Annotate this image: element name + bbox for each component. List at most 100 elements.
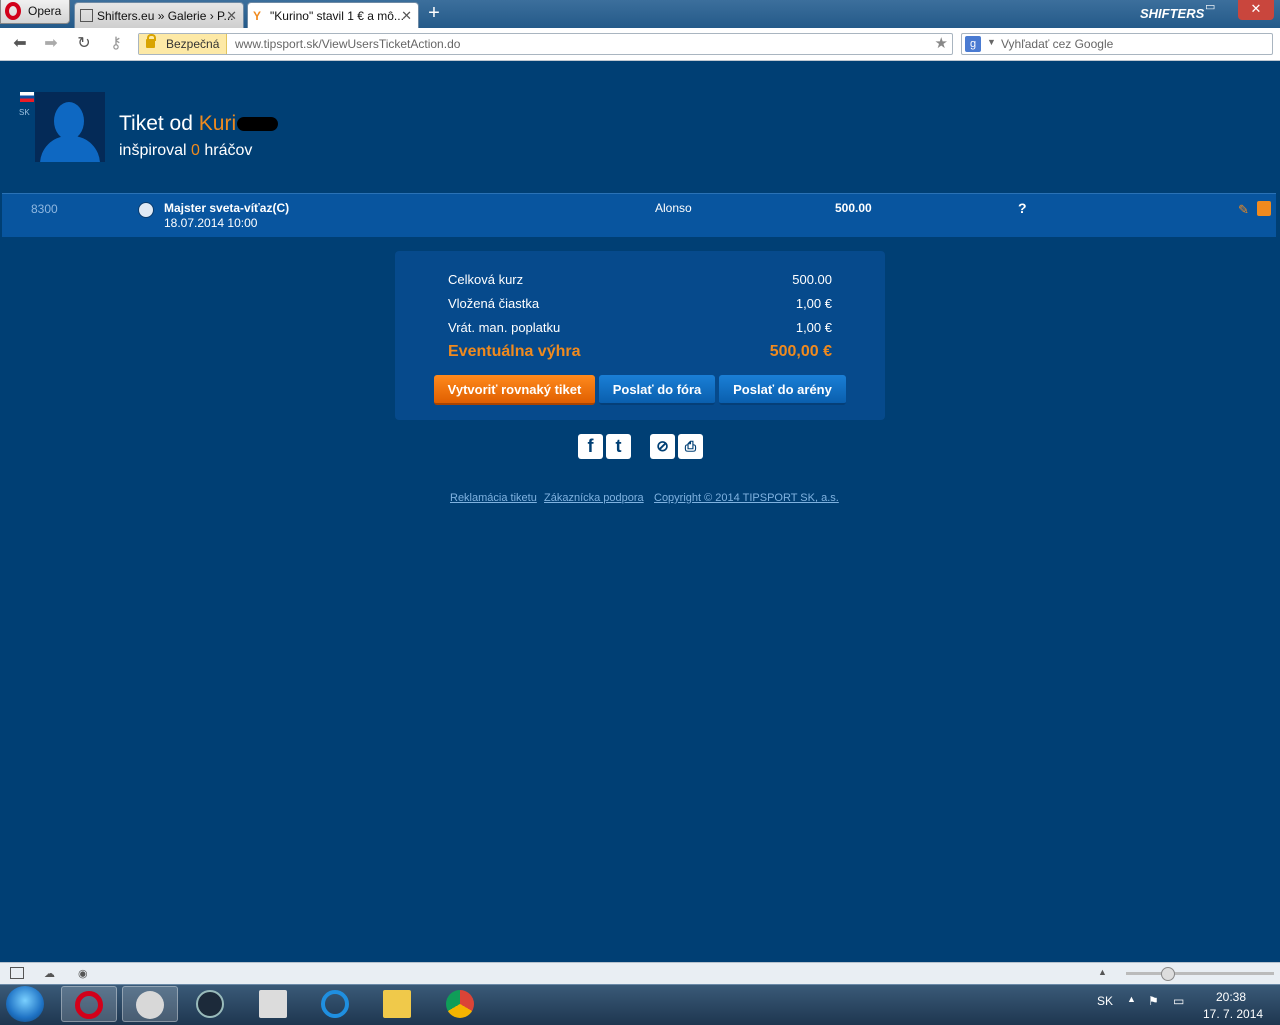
inspired-count: 0	[191, 142, 200, 159]
send-to-forum-button[interactable]: Poslať do fóra	[599, 375, 715, 405]
start-button[interactable]	[6, 986, 44, 1022]
taskbar-chrome[interactable]	[433, 986, 489, 1022]
browser-tab-bar: Opera Shifters.eu » Galerie › P... ✕ Y "…	[0, 0, 1280, 28]
event-datetime: 18.07.2014 10:00	[164, 216, 258, 230]
network-icon[interactable]: ▭	[1173, 994, 1184, 1008]
reload-button[interactable]: ↻	[74, 34, 94, 54]
user-name-link[interactable]: Kuri	[199, 112, 236, 135]
cloud-icon[interactable]: ☁	[44, 967, 58, 980]
country-label: SK	[19, 108, 30, 117]
complaint-link[interactable]: Reklamácia tiketu	[450, 492, 537, 504]
shifters-watermark: SHIFTERS	[1140, 6, 1205, 21]
motorsport-icon	[138, 202, 154, 218]
opera-logo-icon	[5, 2, 21, 20]
folder-icon	[383, 990, 411, 1018]
inspired-prefix: inšpiroval	[119, 142, 187, 159]
document-icon	[259, 990, 287, 1018]
taskbar-app-c[interactable]	[308, 986, 364, 1022]
tray-expand-icon[interactable]: ▲	[1127, 994, 1136, 1004]
new-tab-button[interactable]: +	[424, 3, 444, 23]
lock-icon	[146, 34, 156, 48]
security-badge[interactable]: Bezpečná	[139, 34, 227, 54]
facebook-icon[interactable]: f	[578, 434, 603, 459]
url-text: www.tipsport.sk/ViewUsersTicketAction.do	[235, 37, 461, 51]
bet-result: ?	[1018, 200, 1027, 216]
language-indicator[interactable]: SK	[1097, 994, 1113, 1008]
slovak-flag-icon	[20, 92, 34, 102]
print-icon[interactable]: ⎙	[678, 434, 703, 459]
opera-menu-button[interactable]: Opera	[0, 0, 70, 24]
possible-win-label: Eventuálna výhra	[448, 343, 581, 360]
zoom-slider-handle[interactable]	[1161, 967, 1175, 981]
steam-icon	[136, 991, 164, 1019]
taskbar-opera[interactable]	[61, 986, 117, 1022]
copy-ticket-button[interactable]: Vytvoriť rovnaký tiket	[434, 375, 595, 405]
chevron-up-icon[interactable]: ▲	[1098, 967, 1112, 979]
avatar-head	[54, 102, 84, 140]
action-center-flag-icon[interactable]: ⚑	[1148, 994, 1159, 1008]
copyright-link[interactable]: Copyright © 2014 TIPSPORT SK, a.s.	[654, 492, 839, 504]
google-icon[interactable]: g	[965, 36, 981, 52]
taskbar-steam[interactable]	[122, 986, 178, 1022]
inspired-line: inšpiroval 0 hráčov	[119, 142, 252, 160]
address-bar[interactable]: Bezpečná www.tipsport.sk/ViewUsersTicket…	[138, 33, 953, 55]
fee-label: Vrát. man. poplatku	[448, 320, 561, 335]
clock-time[interactable]: 20:38	[1216, 990, 1246, 1004]
chrome-icon	[446, 990, 474, 1018]
stake-value: 1,00 €	[795, 296, 832, 311]
search-input[interactable]: g ▼ Vyhľadať cez Google	[961, 33, 1273, 55]
total-odds-label: Celková kurz	[448, 272, 524, 287]
search-placeholder: Vyhľadať cez Google	[1001, 37, 1114, 51]
taskbar-teamspeak[interactable]	[183, 986, 239, 1022]
forward-button[interactable]: ➡	[41, 34, 61, 54]
opera-menu-label: Opera	[28, 4, 62, 18]
possible-win-value: 500,00 €	[769, 343, 832, 360]
teamspeak-icon	[196, 990, 224, 1018]
redaction-mark	[237, 117, 278, 131]
bet-row: 8300 Majster sveta-víťaz(C) 18.07.2014 1…	[2, 193, 1276, 237]
stake-label: Vložená čiastka	[448, 296, 540, 311]
close-window-button[interactable]: ✕	[1238, 0, 1274, 20]
page-favicon-icon	[80, 9, 93, 22]
bet-odds: 500.00	[835, 201, 872, 215]
key-icon[interactable]: ⚷	[106, 34, 126, 54]
total-odds-value: 500.00	[792, 272, 832, 287]
chevron-down-icon[interactable]: ▼	[987, 37, 996, 47]
bet-tip: Alonso	[655, 201, 692, 215]
zoom-slider[interactable]	[1126, 972, 1274, 975]
clock-date[interactable]: 17. 7. 2014	[1203, 1007, 1263, 1021]
page-title: Tiket od Kuri	[119, 112, 236, 136]
support-link[interactable]: Zákaznícka podpora	[544, 492, 644, 504]
avatar[interactable]	[35, 92, 105, 162]
minimize-button[interactable]: ▭	[1205, 0, 1221, 20]
taskbar-app-e[interactable]	[246, 986, 302, 1022]
opera-icon	[75, 991, 103, 1019]
security-label: Bezpečná	[166, 37, 220, 51]
send-to-arena-button[interactable]: Poslať do arény	[719, 375, 846, 405]
tab-title: Shifters.eu » Galerie › P...	[97, 9, 234, 23]
tab-tipsport[interactable]: Y "Kurino" stavil 1 € a mô... ✕	[247, 2, 419, 28]
calculator-icon[interactable]	[1257, 201, 1271, 216]
fee-value: 1,00 €	[795, 320, 832, 335]
speed-dial-icon[interactable]: ◉	[78, 967, 92, 980]
tab-title: "Kurino" stavil 1 € a mô...	[270, 9, 404, 23]
back-button[interactable]: ⬅	[10, 34, 30, 54]
title-prefix: Tiket od	[119, 112, 193, 135]
ticket-summary: Celková kurz 500.00 Vložená čiastka 1,00…	[395, 251, 885, 420]
ccleaner-icon	[321, 990, 349, 1018]
inspired-suffix: hráčov	[204, 142, 253, 159]
close-tab-icon[interactable]: ✕	[401, 8, 412, 24]
panel-toggle-icon[interactable]	[10, 967, 24, 979]
taskbar-explorer[interactable]	[370, 986, 426, 1022]
avatar-body	[40, 136, 100, 162]
edit-icon[interactable]: ✎	[1238, 202, 1252, 217]
bookmark-star-icon[interactable]: ★	[935, 34, 948, 52]
tab-shifters[interactable]: Shifters.eu » Galerie › P... ✕	[74, 2, 244, 28]
close-tab-icon[interactable]: ✕	[226, 8, 237, 24]
tipsport-favicon-icon: Y	[253, 9, 262, 23]
bet-id: 8300	[31, 202, 58, 216]
link-icon[interactable]: ⊘	[650, 434, 675, 459]
event-name[interactable]: Majster sveta-víťaz(C)	[164, 201, 289, 215]
browser-status-bar: ☁ ◉ ▲	[0, 962, 1280, 985]
twitter-icon[interactable]: t	[606, 434, 631, 459]
